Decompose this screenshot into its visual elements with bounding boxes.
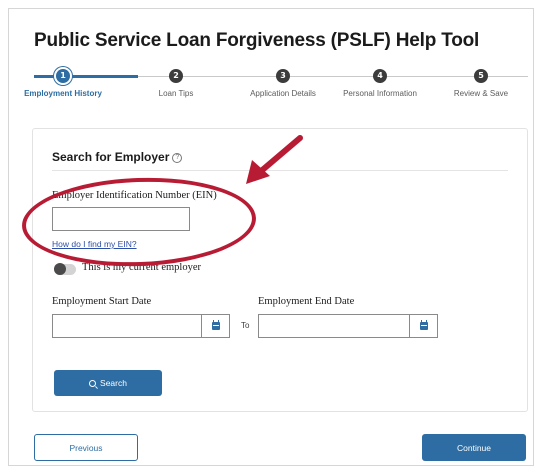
toggle-knob xyxy=(54,263,66,275)
step-personal-information[interactable]: 4 Personal Information xyxy=(335,66,425,98)
start-date-input[interactable] xyxy=(53,315,201,337)
search-button[interactable]: Search xyxy=(54,370,162,396)
progress-stepper: 1 Employment History 2 Loan Tips 3 Appli… xyxy=(24,66,528,106)
date-range-separator: To xyxy=(241,321,250,330)
magnifier-icon xyxy=(89,379,97,387)
red-arrow-annotation xyxy=(246,135,303,184)
step-number-badge: 2 xyxy=(169,69,183,83)
step-review-save[interactable]: 5 Review & Save xyxy=(436,66,526,98)
start-date-field xyxy=(52,314,230,338)
section-title: Search for Employer? xyxy=(52,150,183,164)
step-employment-history[interactable]: 1 Employment History xyxy=(18,66,108,98)
end-date-field xyxy=(258,314,438,338)
start-date-calendar-button[interactable] xyxy=(201,315,229,337)
step-label: Personal Information xyxy=(343,89,417,98)
step-label: Application Details xyxy=(250,89,316,98)
step-loan-tips[interactable]: 2 Loan Tips xyxy=(131,66,221,98)
step-number-badge: 1 xyxy=(56,69,70,83)
end-date-label: Employment End Date xyxy=(258,296,355,307)
step-number-badge: 5 xyxy=(474,69,488,83)
end-date-input[interactable] xyxy=(259,315,409,337)
start-date-label: Employment Start Date xyxy=(52,296,152,307)
step-label: Employment History xyxy=(24,89,102,98)
end-date-calendar-button[interactable] xyxy=(409,315,437,337)
step-number-badge: 3 xyxy=(276,69,290,83)
continue-button[interactable]: Continue xyxy=(422,434,526,461)
step-application-details[interactable]: 3 Application Details xyxy=(238,66,328,98)
section-title-text: Search for Employer xyxy=(52,150,170,164)
current-employer-toggle[interactable] xyxy=(54,263,76,275)
step-label: Review & Save xyxy=(453,89,509,98)
calendar-icon xyxy=(419,320,428,330)
previous-button[interactable]: Previous xyxy=(34,434,138,461)
page-title: Public Service Loan Forgiveness (PSLF) H… xyxy=(34,30,480,51)
calendar-icon xyxy=(211,320,220,330)
search-button-label: Search xyxy=(100,378,127,388)
question-circle-icon[interactable]: ? xyxy=(172,152,183,163)
step-label: Loan Tips xyxy=(158,89,194,98)
step-number-badge: 4 xyxy=(373,69,387,83)
